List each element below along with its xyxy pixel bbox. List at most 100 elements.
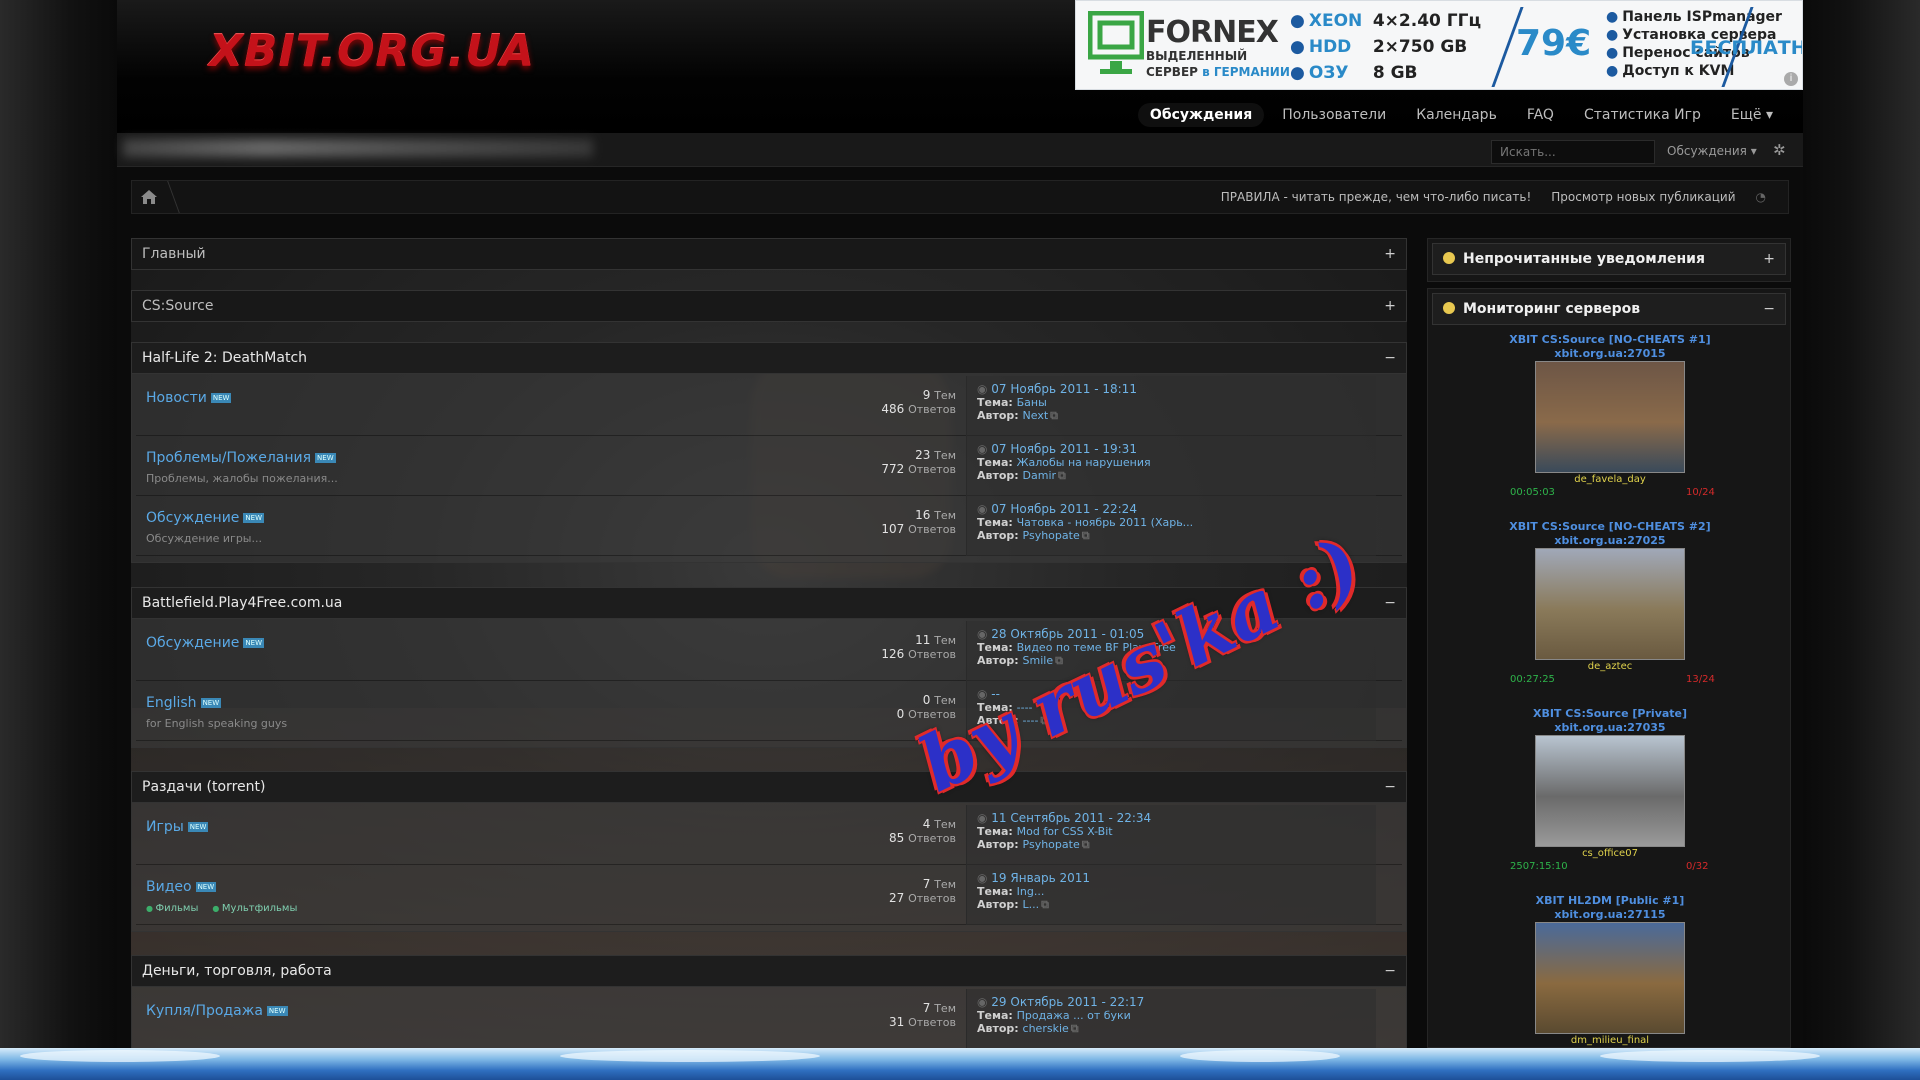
server-name[interactable]: XBIT CS:Source [Private] bbox=[1428, 707, 1792, 721]
nav-users[interactable]: Пользователи bbox=[1270, 103, 1398, 127]
forum-name[interactable]: Купля/Продажа bbox=[146, 1003, 263, 1019]
last-post-topic-link[interactable]: Чатовка - ноябрь 2011 (Харь... bbox=[1017, 516, 1194, 529]
server-uptime: 00:27:25 bbox=[1510, 674, 1555, 685]
server-name[interactable]: XBIT HL2DM [Public #1] bbox=[1428, 894, 1792, 908]
category-toggle[interactable]: − bbox=[1384, 779, 1396, 795]
server-address[interactable]: xbit.org.ua:27025 bbox=[1428, 534, 1792, 548]
server-entry[interactable]: XBIT HL2DM [Public #1] xbit.org.ua:27115 d… bbox=[1428, 894, 1792, 1062]
category-header[interactable]: Раздачи (torrent) − bbox=[131, 771, 1407, 803]
notifications-header[interactable]: Непрочитанные уведомления + bbox=[1432, 243, 1786, 275]
forum-name-link[interactable]: Обсуждение NEW bbox=[146, 635, 264, 651]
ad-info-icon[interactable]: i bbox=[1784, 72, 1798, 86]
subforum-link[interactable]: Мультфильмы bbox=[212, 903, 297, 914]
forum-name[interactable]: Новости bbox=[146, 390, 207, 406]
rules-link[interactable]: ПРАВИЛА - читать прежде, чем что-либо пи… bbox=[1221, 190, 1532, 204]
category-title[interactable]: Главный bbox=[142, 246, 206, 262]
profile-popup-icon[interactable]: ⧉ bbox=[1082, 838, 1090, 851]
nav-faq[interactable]: FAQ bbox=[1515, 103, 1566, 127]
map-thumbnail[interactable] bbox=[1535, 361, 1685, 473]
forum-name-link[interactable]: Проблемы/Пожелания NEW bbox=[146, 450, 336, 466]
nav-calendar[interactable]: Календарь bbox=[1404, 103, 1509, 127]
category-header[interactable]: CS:Source + bbox=[131, 290, 1407, 322]
category-header[interactable]: Half-Life 2: DeathMatch − bbox=[131, 342, 1407, 374]
category-header[interactable]: Деньги, торговля, работа − bbox=[131, 955, 1407, 987]
server-name[interactable]: XBIT CS:Source [NO-CHEATS #1] bbox=[1428, 333, 1792, 347]
forum-name-link[interactable]: Видео NEW bbox=[146, 879, 217, 895]
last-post-author-link[interactable]: L... bbox=[1023, 898, 1040, 911]
forum-name-link[interactable]: Игры NEW bbox=[146, 819, 209, 835]
last-post-date[interactable]: 19 Январь 2011 bbox=[977, 865, 1376, 885]
category-toggle[interactable]: − bbox=[1384, 595, 1396, 611]
last-post-topic-link[interactable]: Mod for CSS X-Bit bbox=[1017, 825, 1113, 838]
new-posts-link[interactable]: Просмотр новых публикаций bbox=[1551, 190, 1735, 204]
rss-icon[interactable]: ◔ bbox=[1756, 190, 1766, 204]
last-post-author-link[interactable]: Psyhopate bbox=[1023, 838, 1080, 851]
profile-popup-icon[interactable]: ⧉ bbox=[1058, 469, 1066, 482]
last-post-date[interactable]: 07 Ноябрь 2011 - 22:24 bbox=[977, 496, 1376, 516]
topic-label: Тема: bbox=[977, 396, 1013, 409]
last-post-author-link[interactable]: Next bbox=[1023, 409, 1049, 422]
last-post-author-link[interactable]: cherskie bbox=[1023, 1022, 1069, 1035]
forum-name[interactable]: Проблемы/Пожелания bbox=[146, 450, 311, 466]
nav-more[interactable]: Ещё ▾ bbox=[1719, 103, 1785, 127]
category-body: НовостиNEW9 Тем486 Ответов07 Ноябрь 2011… bbox=[131, 374, 1407, 563]
category-toggle[interactable]: − bbox=[1384, 963, 1396, 979]
server-entry[interactable]: XBIT CS:Source [NO-CHEATS #1] xbit.org.ua… bbox=[1428, 333, 1792, 501]
collapse-toggle[interactable]: − bbox=[1763, 301, 1775, 317]
forum-name-link[interactable]: English NEW bbox=[146, 695, 222, 711]
category-header[interactable]: Главный + bbox=[131, 238, 1407, 270]
last-post-topic-link[interactable]: Продажа ... от буки bbox=[1017, 1009, 1131, 1022]
category-title[interactable]: Раздачи (torrent) bbox=[142, 779, 265, 795]
gear-icon[interactable]: ✲ bbox=[1773, 141, 1786, 159]
category-title[interactable]: Battlefield.Play4Free.com.ua bbox=[142, 595, 342, 611]
profile-popup-icon[interactable]: ⧉ bbox=[1041, 898, 1049, 911]
category-title[interactable]: CS:Source bbox=[142, 298, 213, 314]
monitoring-header[interactable]: Мониторинг серверов − bbox=[1432, 293, 1786, 325]
profile-popup-icon[interactable]: ⧉ bbox=[1050, 409, 1058, 422]
last-post-date[interactable]: 07 Ноябрь 2011 - 18:11 bbox=[977, 376, 1376, 396]
home-icon[interactable] bbox=[140, 189, 158, 205]
site-logo[interactable]: XBIT.ORG.UA bbox=[209, 26, 535, 77]
last-post-date[interactable]: 29 Октябрь 2011 - 22:17 bbox=[977, 989, 1376, 1009]
server-name[interactable]: XBIT CS:Source [NO-CHEATS #2] bbox=[1428, 520, 1792, 534]
topics-count: 23 bbox=[915, 448, 931, 462]
forum-name[interactable]: Видео bbox=[146, 879, 192, 895]
forum-name[interactable]: English bbox=[146, 695, 197, 711]
forum-name-link[interactable]: Купля/Продажа NEW bbox=[146, 1003, 288, 1019]
map-thumbnail[interactable] bbox=[1535, 922, 1685, 1034]
expand-toggle[interactable]: + bbox=[1763, 251, 1775, 267]
last-post-date[interactable]: 07 Ноябрь 2011 - 19:31 bbox=[977, 436, 1376, 456]
category-toggle[interactable]: + bbox=[1384, 246, 1396, 262]
profile-popup-icon[interactable]: ⧉ bbox=[1071, 1022, 1079, 1035]
last-post-topic-link[interactable]: Ing... bbox=[1017, 885, 1045, 898]
forum-name-link[interactable]: Обсуждение NEW bbox=[146, 510, 264, 526]
category-title[interactable]: Деньги, торговля, работа bbox=[142, 963, 332, 979]
server-address[interactable]: xbit.org.ua:27035 bbox=[1428, 721, 1792, 735]
fornex-banner[interactable]: FORNEX ВЫДЕЛЕННЫЙ СЕРВЕР в ГЕРМАНИИ ● XEO… bbox=[1075, 0, 1803, 90]
category-toggle[interactable]: + bbox=[1384, 298, 1396, 314]
forum-name-link[interactable]: Новости NEW bbox=[146, 390, 232, 406]
server-address[interactable]: xbit.org.ua:27115 bbox=[1428, 908, 1792, 922]
nav-discussions[interactable]: Обсуждения bbox=[1137, 103, 1265, 127]
map-thumbnail[interactable] bbox=[1535, 735, 1685, 847]
author-label: Автор: bbox=[977, 654, 1019, 667]
last-post-topic-link[interactable]: Жалобы на нарушения bbox=[1017, 456, 1151, 469]
forum-name[interactable]: Обсуждение bbox=[146, 635, 239, 651]
last-post-author-link[interactable]: Psyhopate bbox=[1023, 529, 1080, 542]
search-input[interactable] bbox=[1491, 140, 1655, 164]
subforum-link[interactable]: Фильмы bbox=[146, 903, 199, 914]
map-thumbnail[interactable] bbox=[1535, 548, 1685, 660]
last-post-author-link[interactable]: Damir bbox=[1023, 469, 1057, 482]
forum-name[interactable]: Игры bbox=[146, 819, 184, 835]
profile-popup-icon[interactable]: ⧉ bbox=[1082, 529, 1090, 542]
last-post-topic-link[interactable]: Баны bbox=[1017, 396, 1047, 409]
category-toggle[interactable]: − bbox=[1384, 350, 1396, 366]
forum-name[interactable]: Обсуждение bbox=[146, 510, 239, 526]
search-scope-dropdown[interactable]: Обсуждения ▾ bbox=[1667, 144, 1757, 158]
server-entry[interactable]: XBIT CS:Source [Private] xbit.org.ua:2703… bbox=[1428, 707, 1792, 875]
nav-game-stats[interactable]: Статистика Игр bbox=[1572, 103, 1713, 127]
server-address[interactable]: xbit.org.ua:27015 bbox=[1428, 347, 1792, 361]
category-title[interactable]: Half-Life 2: DeathMatch bbox=[142, 350, 307, 366]
last-post-date[interactable]: 11 Сентябрь 2011 - 22:34 bbox=[977, 805, 1376, 825]
server-entry[interactable]: XBIT CS:Source [NO-CHEATS #2] xbit.org.ua… bbox=[1428, 520, 1792, 688]
